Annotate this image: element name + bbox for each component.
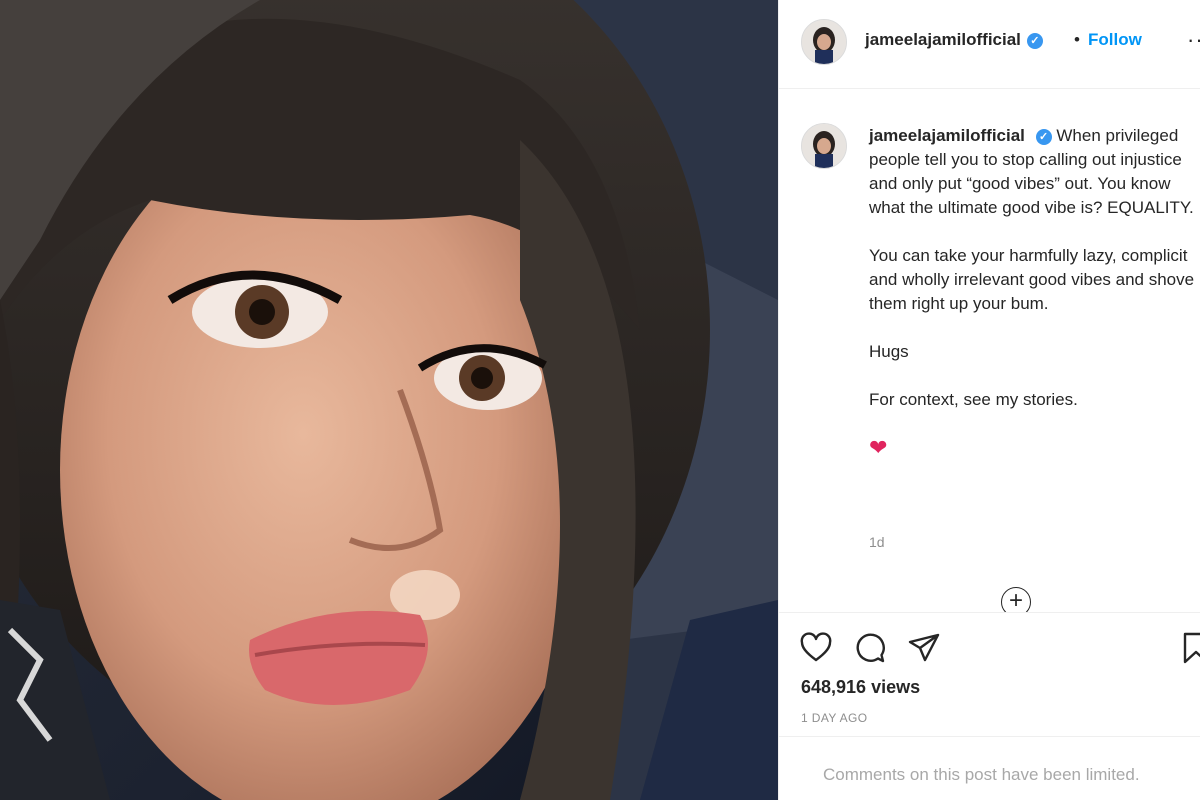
post-photo — [0, 0, 778, 800]
more-options-icon[interactable]: ··· — [1187, 27, 1200, 53]
verified-badge-icon: ✓ — [1035, 129, 1052, 145]
avatar[interactable] — [801, 19, 847, 65]
avatar-image — [802, 20, 846, 64]
caption-username[interactable]: jameelajamilofficial — [869, 126, 1025, 145]
caption-para4: For context, see my stories. — [869, 390, 1078, 409]
caption-avatar[interactable] — [801, 123, 847, 169]
caption-section: jameelajamilofficial ✓ When privileged p… — [779, 88, 1200, 612]
red-heart-emoji: ❤ — [869, 435, 888, 460]
post-media[interactable] — [0, 0, 778, 800]
view-count[interactable]: 648,916 views — [801, 677, 920, 698]
separator-dot: • — [1074, 30, 1080, 49]
action-bar: 648,916 views 1 DAY AGO — [779, 612, 1200, 737]
avatar-image — [802, 124, 846, 168]
post-panel: jameelajamilofficial ✓ • Follow ··· jamee… — [778, 0, 1200, 800]
comment-icon[interactable] — [853, 631, 887, 665]
caption-timestamp[interactable]: 1d — [869, 534, 885, 550]
post-timestamp[interactable]: 1 DAY AGO — [801, 711, 868, 725]
save-bookmark-icon[interactable] — [1179, 631, 1200, 665]
post-header: jameelajamilofficial ✓ • Follow ··· — [779, 0, 1200, 89]
caption-text: jameelajamilofficial ✓ When privileged p… — [869, 124, 1200, 462]
like-heart-icon[interactable] — [799, 631, 833, 665]
caption-para2: You can take your harmfully lazy, compli… — [869, 246, 1195, 313]
follow-button[interactable]: Follow — [1088, 30, 1142, 50]
share-icon[interactable] — [907, 631, 941, 665]
comments-limited-text: Comments on this post have been limited. — [823, 765, 1140, 784]
username-text[interactable]: jameelajamilofficial — [865, 30, 1021, 49]
verified-badge-icon: ✓ — [1026, 33, 1043, 49]
comments-limited-notice: Comments on this post have been limited. — [779, 736, 1200, 801]
caption-para3: Hugs — [869, 342, 909, 361]
add-comment-icon[interactable]: + — [1001, 587, 1031, 612]
username-link[interactable]: jameelajamilofficial ✓ — [865, 30, 1043, 50]
